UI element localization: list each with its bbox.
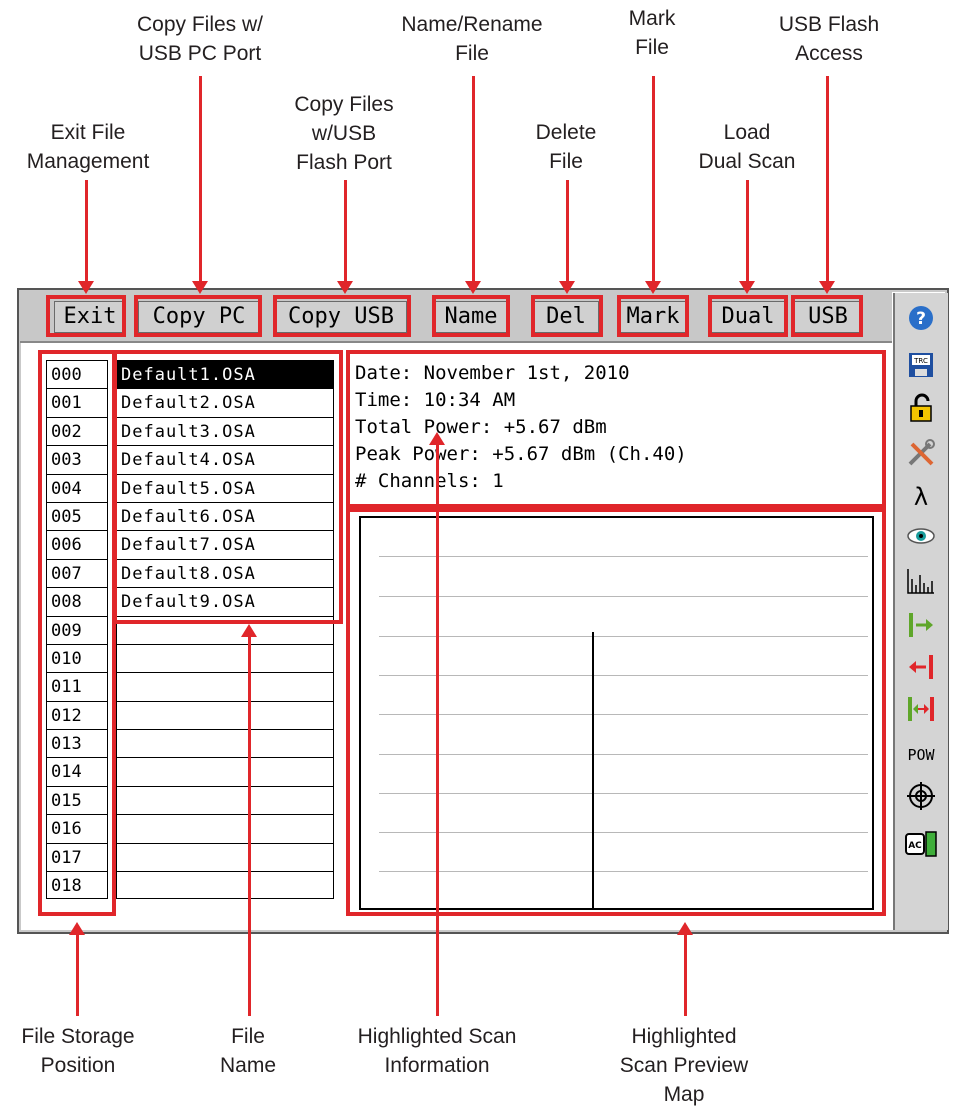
callout-delete-file: Delete File bbox=[535, 121, 597, 173]
dual-highlight bbox=[708, 295, 788, 337]
file-storage-arrow bbox=[76, 934, 79, 1016]
scan-info-highlight bbox=[346, 350, 886, 508]
file-name-cell[interactable] bbox=[116, 700, 334, 730]
callout-exit-file-management: Exit File Management bbox=[26, 121, 150, 173]
marker-span-icon[interactable] bbox=[904, 695, 938, 727]
dual-arrowhead bbox=[739, 281, 755, 294]
exit-arrow bbox=[85, 180, 88, 282]
scan-preview-arrow bbox=[684, 934, 687, 1016]
exit-arrowhead bbox=[78, 281, 94, 294]
exit-highlight bbox=[46, 295, 126, 337]
callout-copy-files-pc: Copy Files w/ USB PC Port bbox=[136, 13, 264, 65]
power-icon[interactable]: POW bbox=[904, 739, 938, 771]
callout-file-name: File Name bbox=[219, 1025, 277, 1077]
callout-usb-flash-access: USB Flash Access bbox=[778, 13, 880, 65]
name-arrow bbox=[472, 76, 475, 282]
dual-arrow bbox=[746, 180, 749, 282]
copy-usb-highlight bbox=[273, 295, 411, 337]
target-icon[interactable] bbox=[904, 781, 938, 813]
usb-arrowhead bbox=[819, 281, 835, 294]
delete-arrowhead bbox=[559, 281, 575, 294]
unlock-icon[interactable] bbox=[904, 393, 938, 425]
help-icon[interactable]: ? bbox=[904, 305, 938, 337]
callout-mark-file: Mark File bbox=[628, 7, 676, 59]
file-name-cell[interactable] bbox=[116, 729, 334, 758]
battery-ac-icon: AC bbox=[904, 828, 938, 860]
file-name-cell[interactable] bbox=[116, 814, 334, 843]
delete-arrow bbox=[566, 180, 569, 282]
usb-highlight bbox=[791, 295, 863, 337]
copy-usb-arrow bbox=[344, 180, 347, 282]
mark-highlight bbox=[617, 295, 689, 337]
file-name-cell[interactable] bbox=[116, 871, 334, 900]
mark-arrowhead bbox=[645, 281, 661, 294]
mark-arrow bbox=[652, 76, 655, 282]
svg-text:?: ? bbox=[916, 309, 926, 329]
file-name-cell[interactable] bbox=[116, 672, 334, 701]
view-icon[interactable] bbox=[904, 525, 938, 557]
callout-file-storage-position: File Storage Position bbox=[21, 1025, 135, 1077]
usb-arrow bbox=[826, 76, 829, 282]
side-toolbar: ? TRC λ POW AC bbox=[893, 293, 948, 930]
file-name-cell[interactable] bbox=[116, 757, 334, 786]
callout-name-rename-file: Name/Rename File bbox=[401, 13, 543, 65]
tools-icon[interactable] bbox=[904, 438, 938, 470]
name-highlight bbox=[432, 295, 510, 337]
file-name-cell[interactable] bbox=[116, 785, 334, 815]
file-name-arrow bbox=[248, 636, 251, 1016]
delete-highlight bbox=[531, 295, 603, 337]
scan-info-arrow bbox=[436, 444, 439, 1016]
scan-preview-highlight bbox=[346, 508, 886, 916]
svg-text:AC: AC bbox=[908, 841, 922, 851]
trace-save-icon[interactable]: TRC bbox=[904, 351, 938, 383]
svg-text:TRC: TRC bbox=[913, 357, 928, 365]
file-name-highlight bbox=[113, 350, 343, 624]
copy-pc-arrowhead bbox=[192, 281, 208, 294]
file-name-cell[interactable] bbox=[116, 842, 334, 872]
callout-highlighted-scan-preview-map: Highlighted Scan Preview Map bbox=[619, 1025, 749, 1106]
spectrum-icon[interactable] bbox=[904, 567, 938, 599]
file-name-cell[interactable] bbox=[116, 643, 334, 673]
wavelength-icon[interactable]: λ bbox=[904, 483, 938, 515]
marker-left-icon[interactable] bbox=[904, 653, 938, 685]
callout-load-dual-scan: Load Dual Scan bbox=[698, 121, 796, 173]
copy-pc-arrow bbox=[199, 76, 202, 282]
copy-usb-arrowhead bbox=[337, 281, 353, 294]
file-storage-position-highlight bbox=[38, 350, 116, 916]
marker-right-icon[interactable] bbox=[904, 611, 938, 643]
name-arrowhead bbox=[465, 281, 481, 294]
callout-highlighted-scan-information: Highlighted Scan Information bbox=[357, 1025, 517, 1077]
callout-copy-files-flash: Copy Files w/USB Flash Port bbox=[294, 93, 394, 174]
svg-text:λ: λ bbox=[914, 483, 928, 509]
copy-pc-highlight bbox=[134, 295, 262, 337]
